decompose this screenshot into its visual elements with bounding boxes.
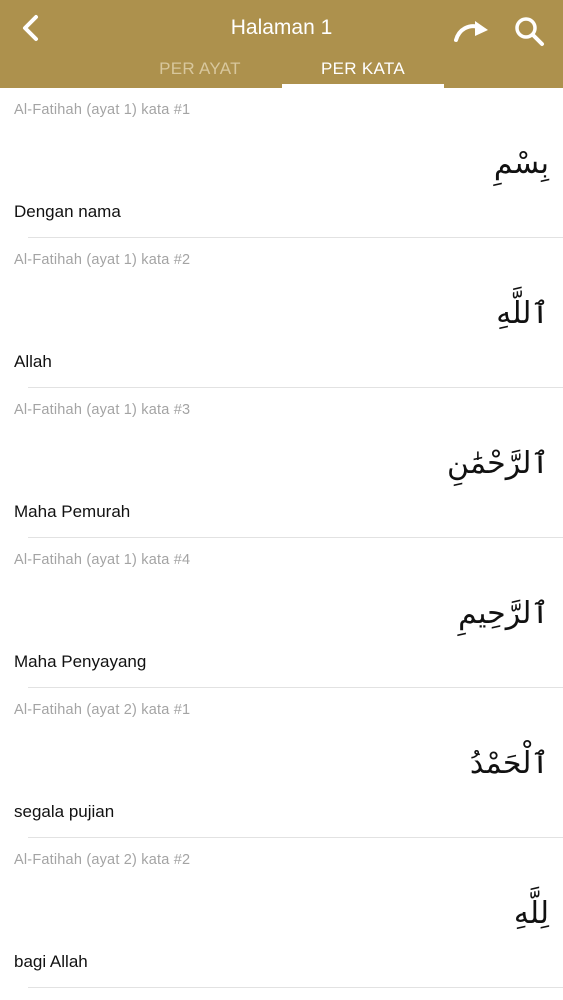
jump-button[interactable]: [452, 14, 492, 48]
list-item[interactable]: Al-Fatihah (ayat 1) kata #1 بِسْمِ Denga…: [0, 88, 563, 238]
list-item[interactable]: Al-Fatihah (ayat 2) kata #2 لِلَّهِ bagi…: [0, 838, 563, 988]
arabic-word: لِلَّهِ: [513, 896, 549, 931]
list-item[interactable]: Al-Fatihah (ayat 1) kata #3 ٱلرَّحْمَٰنِ…: [0, 388, 563, 538]
page-title: Halaman 1: [230, 16, 333, 39]
search-icon: [515, 17, 544, 46]
word-meaning: Maha Penyayang: [14, 652, 147, 671]
top-app-bar: Halaman 1 PER AYAT PER KATA: [0, 0, 563, 88]
word-reference: Al-Fatihah (ayat 1) kata #4: [14, 552, 191, 568]
word-meaning: segala pujian: [14, 802, 115, 821]
word-reference: Al-Fatihah (ayat 2) kata #2: [14, 852, 191, 868]
tab-per-ayat[interactable]: PER AYAT: [118, 54, 282, 88]
arabic-word: ٱلْحَمْدُ: [469, 746, 549, 781]
arabic-word: ٱللَّهِ: [496, 296, 549, 331]
search-button[interactable]: [510, 12, 548, 50]
tab-per-kata[interactable]: PER KATA: [282, 54, 444, 88]
word-list: Al-Fatihah (ayat 1) kata #1 بِسْمِ Denga…: [0, 88, 563, 988]
list-item[interactable]: Al-Fatihah (ayat 1) kata #2 ٱللَّهِ Alla…: [0, 238, 563, 388]
list-item[interactable]: Al-Fatihah (ayat 1) kata #4 ٱلرَّحِيمِ M…: [0, 538, 563, 688]
word-meaning: Allah: [14, 352, 52, 371]
curved-arrow-icon: [454, 21, 488, 42]
word-reference: Al-Fatihah (ayat 1) kata #2: [14, 252, 191, 268]
arabic-word: ٱلرَّحِيمِ: [458, 596, 549, 631]
tab-bar: PER AYAT PER KATA: [0, 54, 563, 88]
word-meaning: Maha Pemurah: [14, 502, 131, 521]
arabic-word: بِسْمِ: [493, 146, 549, 181]
word-reference: Al-Fatihah (ayat 2) kata #1: [14, 702, 191, 718]
word-meaning: bagi Allah: [14, 952, 88, 971]
word-reference: Al-Fatihah (ayat 1) kata #1: [14, 102, 191, 118]
chevron-left-icon: [23, 15, 38, 41]
word-meaning: Dengan nama: [14, 202, 121, 221]
divider: [28, 987, 563, 988]
word-reference: Al-Fatihah (ayat 1) kata #3: [14, 402, 191, 418]
arabic-word: ٱلرَّحْمَٰنِ: [447, 446, 549, 481]
list-item[interactable]: Al-Fatihah (ayat 2) kata #1 ٱلْحَمْدُ se…: [0, 688, 563, 838]
back-button[interactable]: [12, 10, 48, 46]
